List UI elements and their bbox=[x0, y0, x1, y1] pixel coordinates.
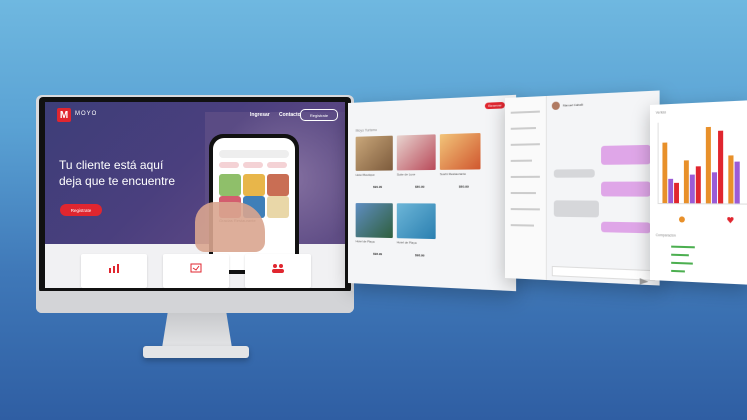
brand-name: MOYO bbox=[75, 111, 97, 117]
reserve-badge[interactable]: Reservar bbox=[485, 102, 505, 109]
bar bbox=[684, 160, 689, 203]
hotel-caption: Hotel de Playa bbox=[356, 239, 395, 244]
bar bbox=[662, 143, 667, 204]
food-image bbox=[243, 174, 265, 196]
people-icon bbox=[271, 260, 285, 270]
avatar bbox=[552, 102, 560, 111]
register-button[interactable]: Registrate bbox=[60, 204, 102, 216]
hotel-image[interactable] bbox=[397, 134, 436, 170]
heart-icon bbox=[727, 210, 733, 216]
hotel-image[interactable] bbox=[440, 133, 481, 170]
hotel-price: $80.99 bbox=[415, 185, 424, 189]
hotels-panel: Moyo Turismo Reservar Hotel Boutique Sui… bbox=[348, 95, 516, 291]
hand bbox=[195, 202, 265, 252]
feature-card-stats[interactable] bbox=[81, 254, 147, 288]
chat-contact-name: Manuel Caballi bbox=[563, 103, 583, 108]
hotel-image[interactable] bbox=[356, 203, 393, 238]
logo[interactable]: M bbox=[57, 108, 71, 122]
bar-chart-icon bbox=[107, 260, 121, 270]
nav-contact-link[interactable]: Contacto bbox=[279, 112, 301, 118]
nav-login-link[interactable]: Ingresar bbox=[250, 112, 270, 118]
hotel-caption: Hotel Boutique bbox=[356, 172, 395, 176]
website-screen: Gracias Restaurante M MOYO Ingresar Cont… bbox=[45, 102, 345, 288]
imac-foot bbox=[143, 346, 249, 358]
comparison-title: Comparación bbox=[656, 233, 676, 237]
headline-line-2: deja que te encuentre bbox=[59, 173, 209, 189]
imac-chin bbox=[36, 291, 354, 313]
hotel-image[interactable] bbox=[356, 136, 393, 171]
send-icon[interactable] bbox=[640, 271, 649, 278]
panel-title: Moyo Turismo bbox=[356, 128, 377, 133]
headline-line-1: Tu cliente está aquí bbox=[59, 157, 209, 173]
feature-card-people[interactable] bbox=[245, 254, 311, 288]
hero-section: Gracias Restaurante M MOYO Ingresar Cont… bbox=[45, 102, 345, 244]
chat-bubble-sent bbox=[601, 182, 651, 197]
hotel-price: $98.99 bbox=[415, 253, 424, 257]
bar bbox=[696, 166, 701, 203]
chat-bubble-sent bbox=[601, 145, 651, 165]
analytics-panel: Ventas Comparación bbox=[650, 100, 747, 285]
imac-stand bbox=[162, 313, 232, 348]
hotel-caption: Suite de Luxe bbox=[397, 172, 438, 177]
face-icon bbox=[679, 209, 685, 215]
chat-bubble-received bbox=[554, 169, 595, 178]
phone-search-bar bbox=[219, 150, 289, 158]
chat-bubble-sent bbox=[601, 222, 651, 234]
feature-card-calendar[interactable] bbox=[163, 254, 229, 288]
bar bbox=[712, 172, 717, 203]
hotel-price: $99.99 bbox=[373, 185, 382, 189]
chat-list bbox=[505, 96, 547, 280]
hotel-price: $60.99 bbox=[459, 184, 469, 188]
nav-register-button[interactable]: Registrate bbox=[300, 109, 338, 121]
bar bbox=[718, 131, 723, 204]
bar bbox=[706, 127, 711, 203]
bar bbox=[728, 155, 733, 203]
chart-title: Ventas bbox=[656, 110, 666, 114]
food-image bbox=[219, 174, 241, 196]
hotel-caption: Sushi Restaurante bbox=[440, 172, 483, 177]
bar bbox=[735, 162, 740, 204]
bar bbox=[690, 175, 695, 204]
hotel-image[interactable] bbox=[397, 203, 436, 239]
chat-bubble-received bbox=[554, 200, 599, 217]
bar bbox=[668, 179, 673, 203]
hotel-caption: Hotel de Playa bbox=[397, 240, 438, 245]
food-image bbox=[267, 196, 289, 218]
calendar-icon bbox=[189, 260, 203, 270]
hotel-price: $98.99 bbox=[373, 252, 382, 256]
bar bbox=[674, 183, 679, 203]
hero-headline: Tu cliente está aquí deja que te encuent… bbox=[59, 157, 209, 189]
chat-panel: Manuel Caballi bbox=[505, 90, 660, 285]
food-image bbox=[267, 174, 289, 196]
bar-chart bbox=[658, 119, 747, 204]
